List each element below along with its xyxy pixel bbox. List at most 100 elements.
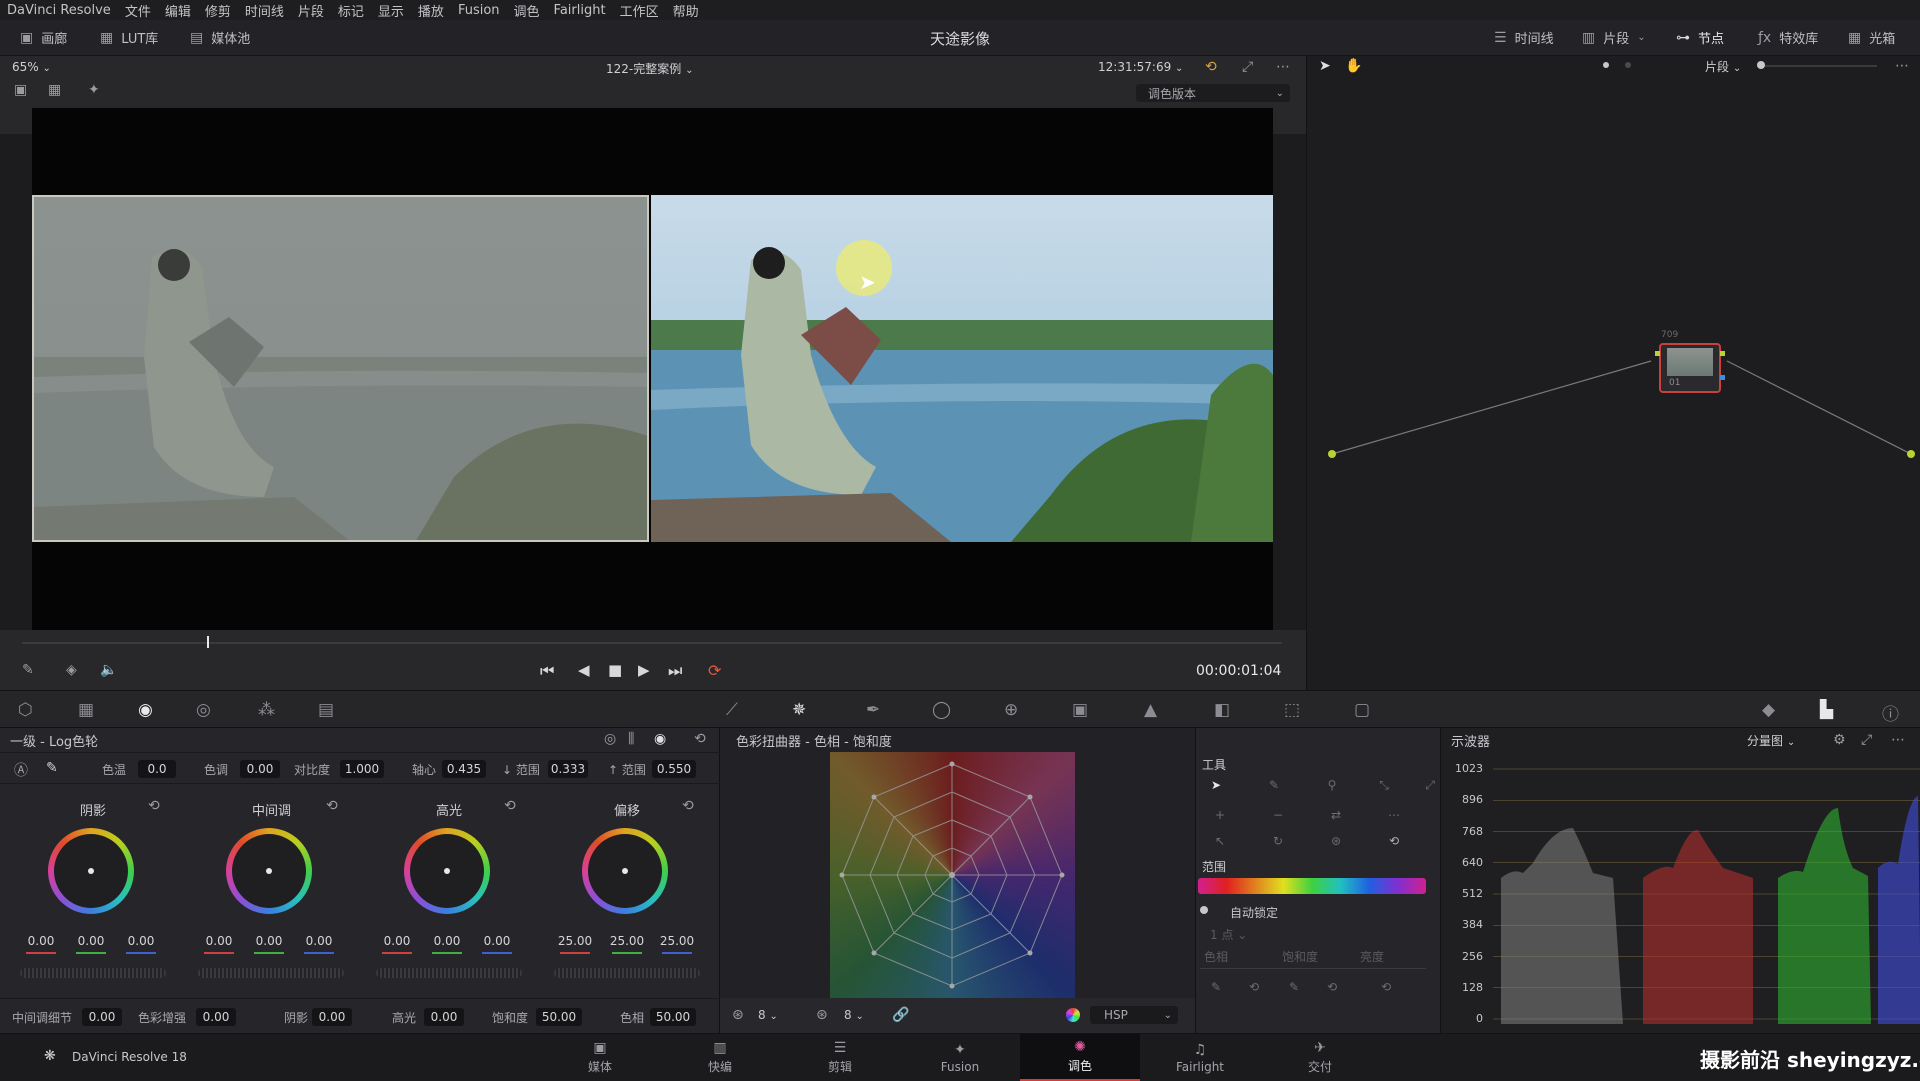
midtone-wheel[interactable] (226, 828, 312, 914)
page-fairlight[interactable]: ♫ Fairlight (1140, 1034, 1260, 1081)
offset-b-value[interactable]: 25.00 (654, 932, 700, 950)
temp-value[interactable]: 0.0 (138, 760, 176, 778)
midtone-g-value[interactable]: 0.00 (248, 932, 290, 950)
keyframes-icon[interactable]: ◆ (1762, 700, 1775, 720)
tint-value[interactable]: 0.00 (240, 760, 280, 778)
reset-icon[interactable]: ⟲ (1318, 978, 1346, 996)
grid-b-dropdown[interactable]: 8 ⌄ (844, 1008, 864, 1022)
auto-balance-icon[interactable]: Ⓐ (14, 760, 28, 780)
center-icon[interactable]: ⊛ (1322, 832, 1350, 850)
pen-tool-icon[interactable]: ✎ (22, 662, 34, 678)
page-cut[interactable]: ▥ 快编 (660, 1034, 780, 1081)
pivot-value[interactable]: 0.435 (442, 760, 486, 778)
menu-timeline[interactable]: 时间线 (245, 1, 284, 20)
add-point-icon[interactable]: + (1206, 806, 1234, 824)
page-media[interactable]: ▣ 媒体 (540, 1034, 660, 1081)
highlight-wheel[interactable] (404, 828, 490, 914)
saturation-value[interactable]: 50.00 (536, 1008, 582, 1026)
menu-workspace[interactable]: 工作区 (620, 1, 659, 20)
points-dropdown[interactable]: 1 点 ⌄ (1210, 926, 1247, 943)
split-view-icon[interactable]: ▦ (48, 82, 61, 98)
camera-raw-icon[interactable]: ⬡ (18, 700, 33, 720)
remove-point-icon[interactable]: − (1264, 806, 1292, 824)
motion-effects-icon[interactable]: ▤ (318, 700, 334, 720)
hdr-icon[interactable]: ◎ (196, 700, 211, 720)
fullscreen-icon[interactable]: ⤢ (1242, 59, 1253, 75)
more-points-icon[interactable]: ⋯ (1380, 806, 1408, 824)
clip-name-dropdown[interactable]: 122-完整案例 ⌄ (606, 60, 693, 77)
midtone-detail-value[interactable]: 0.00 (82, 1008, 122, 1026)
reset-icon[interactable]: ⟲ (682, 798, 694, 814)
pointer-small-icon[interactable]: ↖ (1206, 832, 1234, 850)
shadow-b-value[interactable]: 0.00 (120, 932, 162, 950)
shadow-r-value[interactable]: 0.00 (20, 932, 62, 950)
shadow-g-value[interactable]: 0.00 (70, 932, 112, 950)
rotate-icon[interactable]: ↻ (1264, 832, 1292, 850)
nodes-button[interactable]: ⊶ 节点 (1676, 28, 1724, 48)
timeline-button[interactable]: ☰ 时间线 (1494, 28, 1554, 48)
offset-master-slider[interactable] (554, 968, 700, 978)
draw-tool-icon[interactable]: ✎ (1260, 776, 1288, 794)
rgb-mixer-icon[interactable]: ⁂ (258, 700, 275, 720)
play-reverse-icon[interactable]: ◀ (578, 661, 590, 679)
offset-r-value[interactable]: 25.00 (552, 932, 598, 950)
page-color[interactable]: ✺ 调色 (1020, 1034, 1140, 1081)
clips-button[interactable]: ▥ 片段 ⌄ (1582, 28, 1646, 48)
qualifier-icon[interactable]: ✒ (866, 700, 880, 720)
log-mode-icon[interactable]: ◉ (654, 731, 666, 747)
highlight-r-value[interactable]: 0.00 (376, 932, 418, 950)
reset-icon[interactable]: ⟲ (694, 731, 706, 747)
warper-canvas[interactable] (830, 752, 1075, 998)
single-view-icon[interactable]: ▣ (14, 82, 27, 98)
node-01[interactable]: 01 (1655, 343, 1725, 393)
expand-tool-icon[interactable]: ⤡ (1370, 776, 1398, 794)
hue-grid-icon[interactable]: ⊛ (732, 1007, 744, 1023)
sync-icon[interactable]: ⟲ (1205, 59, 1217, 75)
page-deliver[interactable]: ✈ 交付 (1260, 1034, 1380, 1081)
menu-fusion[interactable]: Fusion (458, 3, 500, 18)
picker-icon[interactable]: ✎ (46, 760, 58, 776)
color-warper-icon[interactable]: ✵ (792, 700, 806, 720)
window-icon[interactable]: ◯ (932, 700, 951, 720)
page-fusion[interactable]: ✦ Fusion (900, 1034, 1020, 1081)
more-icon[interactable]: ⋯ (1891, 732, 1905, 748)
menu-fairlight[interactable]: Fairlight (554, 3, 606, 18)
sizing-icon[interactable]: ⬚ (1284, 700, 1300, 720)
menu-trim[interactable]: 修剪 (205, 1, 231, 20)
reset-icon[interactable]: ⟲ (1380, 832, 1408, 850)
color-match-icon[interactable]: ▦ (78, 700, 94, 720)
menu-view[interactable]: 显示 (378, 1, 404, 20)
highlights-value[interactable]: 0.00 (424, 1008, 464, 1026)
wheel-mode-icon[interactable]: ◎ (604, 731, 616, 747)
contrast-value[interactable]: 1.000 (340, 760, 384, 778)
page-edit[interactable]: ☰ 剪辑 (780, 1034, 900, 1081)
blur-icon[interactable]: ▲ (1144, 700, 1157, 720)
offset-g-value[interactable]: 25.00 (604, 932, 650, 950)
menu-edit[interactable]: 编辑 (165, 1, 191, 20)
grid-a-dropdown[interactable]: 8 ⌄ (758, 1008, 778, 1022)
highlight-g-value[interactable]: 0.00 (426, 932, 468, 950)
highlight-master-slider[interactable] (376, 968, 522, 978)
range-bar[interactable] (1198, 878, 1426, 894)
menu-color[interactable]: 调色 (514, 1, 540, 20)
offset-wheel[interactable] (582, 828, 668, 914)
bars-mode-icon[interactable]: ⫼ (628, 731, 634, 747)
menu-help[interactable]: 帮助 (673, 1, 699, 20)
convert-icon[interactable]: ⇄ (1322, 806, 1350, 824)
magic-mask-icon[interactable]: ▣ (1072, 700, 1088, 720)
shadows-value[interactable]: 0.00 (312, 1008, 352, 1026)
pen-icon[interactable]: ✎ (1280, 978, 1308, 996)
low-range-value[interactable]: 0.333 (548, 760, 588, 778)
link-icon[interactable]: 🔗 (892, 1007, 909, 1023)
scrubber[interactable] (22, 642, 1282, 644)
scopes-icon[interactable]: ▙ (1820, 700, 1833, 720)
shadow-master-slider[interactable] (20, 968, 166, 978)
version-dropdown[interactable]: 调色版本 ⌄ (1136, 84, 1290, 102)
go-to-start-icon[interactable]: ⏮ (540, 661, 554, 681)
volume-icon[interactable]: 🔈 (100, 662, 117, 678)
playhead[interactable] (207, 636, 210, 648)
3d-icon[interactable]: ▢ (1354, 700, 1370, 720)
zoom-dropdown[interactable]: 65% ⌄ (12, 60, 51, 74)
reset-icon[interactable]: ⟲ (148, 798, 160, 814)
node-alpha-output[interactable] (1720, 375, 1725, 380)
